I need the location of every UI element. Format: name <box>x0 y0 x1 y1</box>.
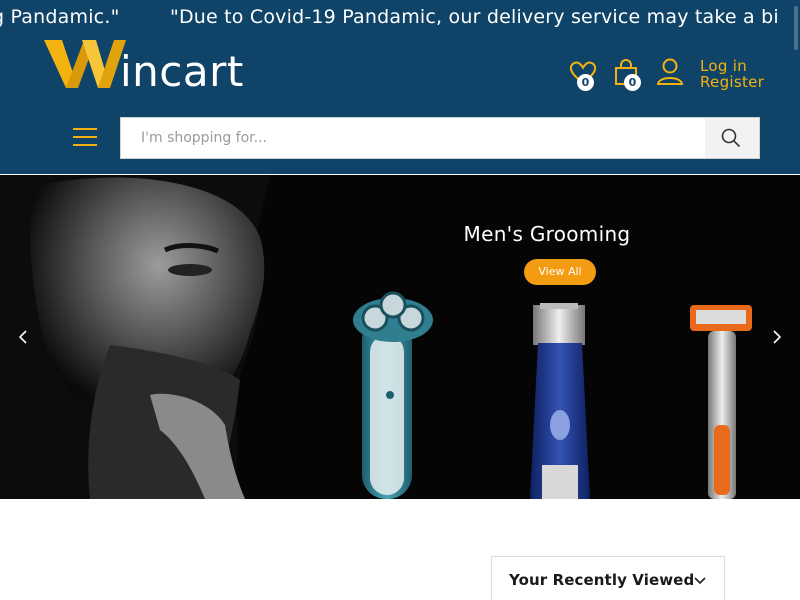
chevron-down-icon <box>694 577 706 585</box>
banner-image <box>0 175 752 499</box>
logo-w-mark <box>44 40 126 88</box>
cart-count-badge: 0 <box>624 74 641 91</box>
recently-viewed-label: Your Recently Viewed <box>509 571 695 589</box>
announcement-marquee: g Pandamic." "Due to Covid-19 Pandamic, … <box>0 0 800 34</box>
slider-next-button[interactable] <box>768 325 788 349</box>
view-all-button[interactable]: View All <box>524 259 596 285</box>
login-link[interactable]: Log in <box>700 58 764 74</box>
logo-wordmark: incart <box>120 47 244 96</box>
slider-prev-button[interactable] <box>14 325 34 349</box>
chevron-right-icon <box>773 330 782 344</box>
register-link[interactable]: Register <box>700 74 764 90</box>
auth-links: Log in Register <box>700 58 764 90</box>
hero-banner: Men's Grooming View All <box>0 175 800 499</box>
category-menu-button[interactable] <box>70 125 100 149</box>
site-header: g Pandamic." "Due to Covid-19 Pandamic, … <box>0 0 800 174</box>
page: g Pandamic." "Due to Covid-19 Pandamic, … <box>0 0 800 600</box>
chevron-left-icon <box>18 330 27 344</box>
search-input[interactable] <box>121 118 706 158</box>
wishlist-button[interactable]: 0 <box>568 58 598 91</box>
wishlist-count-badge: 0 <box>577 74 594 91</box>
cart-button[interactable]: 0 <box>612 58 642 91</box>
site-logo[interactable]: incart <box>44 38 254 96</box>
recently-viewed-toggle[interactable]: Your Recently Viewed <box>491 556 725 600</box>
search-button[interactable] <box>705 118 759 158</box>
user-icon <box>656 58 684 85</box>
account-button[interactable] <box>656 57 686 87</box>
search-bar <box>120 117 760 159</box>
announcement-text-tail: g Pandamic." <box>0 6 120 28</box>
scrollbar-thumb[interactable] <box>794 6 798 50</box>
banner-title: Men's Grooming <box>463 222 631 246</box>
announcement-text: "Due to Covid-19 Pandamic, our delivery … <box>170 6 779 28</box>
search-icon <box>721 128 741 148</box>
